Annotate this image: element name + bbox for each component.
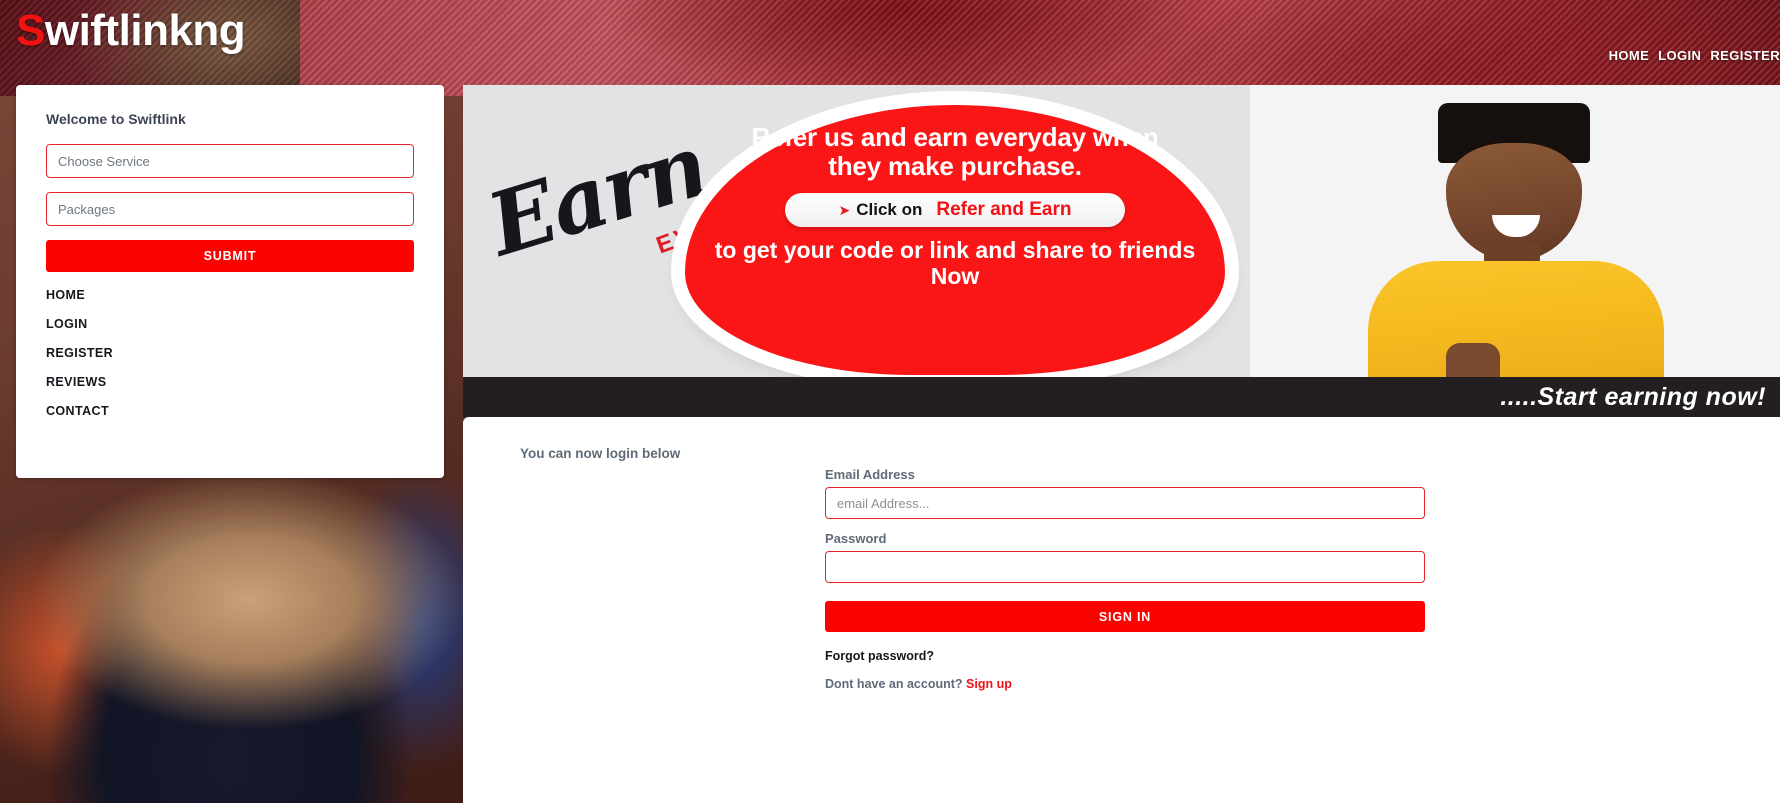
sidebar-nav: HOME LOGIN REGISTER REVIEWS CONTACT bbox=[46, 288, 414, 418]
sidebar-item-register[interactable]: REGISTER bbox=[46, 346, 414, 360]
banner-headline: Refer us and earn everyday when they mak… bbox=[751, 122, 1159, 182]
email-label: Email Address bbox=[825, 467, 915, 482]
refer-and-earn-pill[interactable]: ➤ Click on Refer and Earn bbox=[785, 193, 1125, 228]
service-side-card: Welcome to Swiftlink Choose Service Pack… bbox=[16, 85, 444, 478]
welcome-title: Welcome to Swiftlink bbox=[46, 111, 186, 127]
logo-text: wiftlinkng bbox=[44, 6, 246, 55]
pill-prefix-label: Click on bbox=[856, 200, 923, 220]
password-label: Password bbox=[825, 531, 887, 546]
top-nav: HOME LOGIN REGISTER bbox=[1609, 48, 1780, 63]
pill-link-label: Refer and Earn bbox=[936, 199, 1072, 221]
banner-bottom-strip: .....Start earning now! bbox=[463, 377, 1780, 417]
main-content-panel: You can now login below Email Address Pa… bbox=[463, 417, 1780, 803]
person-fist bbox=[1446, 343, 1500, 377]
sidebar-item-login[interactable]: LOGIN bbox=[46, 317, 414, 331]
login-notice: You can now login below bbox=[520, 446, 681, 461]
packages-placeholder: Packages bbox=[58, 201, 116, 217]
start-earning-text: .....Start earning now! bbox=[1500, 382, 1766, 411]
banner-person-photo bbox=[1250, 85, 1780, 377]
banner-red-blob: Refer us and earn everyday when they mak… bbox=[685, 105, 1225, 375]
promo-banner[interactable]: Earn EVERYDAY Refer us and earn everyday… bbox=[463, 85, 1780, 377]
top-nav-item-login[interactable]: LOGIN bbox=[1658, 48, 1701, 63]
forgot-password-link[interactable]: Forgot password? bbox=[825, 649, 1425, 663]
person-illustration bbox=[1350, 103, 1680, 377]
person-yellow-sweater bbox=[1368, 261, 1664, 377]
top-nav-item-home[interactable]: HOME bbox=[1609, 48, 1650, 63]
password-input[interactable] bbox=[825, 551, 1425, 583]
submit-button[interactable]: SUBMIT bbox=[46, 240, 414, 272]
sidebar-item-home[interactable]: HOME bbox=[46, 288, 414, 302]
signup-prompt-row: Dont have an account? Sign up bbox=[825, 677, 1425, 691]
packages-select[interactable]: Packages bbox=[46, 192, 414, 226]
banner-tail-text: to get your code or link and share to fr… bbox=[714, 237, 1196, 290]
logo-initial: S bbox=[16, 6, 45, 55]
choose-service-placeholder: Choose Service bbox=[58, 153, 150, 169]
login-form: Email Address Password SIGN IN Forgot pa… bbox=[825, 467, 1425, 691]
signup-link[interactable]: Sign up bbox=[966, 677, 1012, 691]
email-input[interactable] bbox=[825, 487, 1425, 519]
sidebar-item-contact[interactable]: CONTACT bbox=[46, 404, 414, 418]
page-root: Swiftlinkng HOME LOGIN REGISTER Welcome … bbox=[0, 0, 1780, 803]
cursor-arrow-icon: ➤ bbox=[838, 201, 851, 218]
site-logo[interactable]: Swiftlinkng bbox=[16, 6, 246, 56]
signup-prompt-text: Dont have an account? bbox=[825, 677, 963, 691]
sidebar-item-reviews[interactable]: REVIEWS bbox=[46, 375, 414, 389]
choose-service-select[interactable]: Choose Service bbox=[46, 144, 414, 178]
signin-button[interactable]: SIGN IN bbox=[825, 601, 1425, 632]
top-nav-item-register[interactable]: REGISTER bbox=[1710, 48, 1780, 63]
